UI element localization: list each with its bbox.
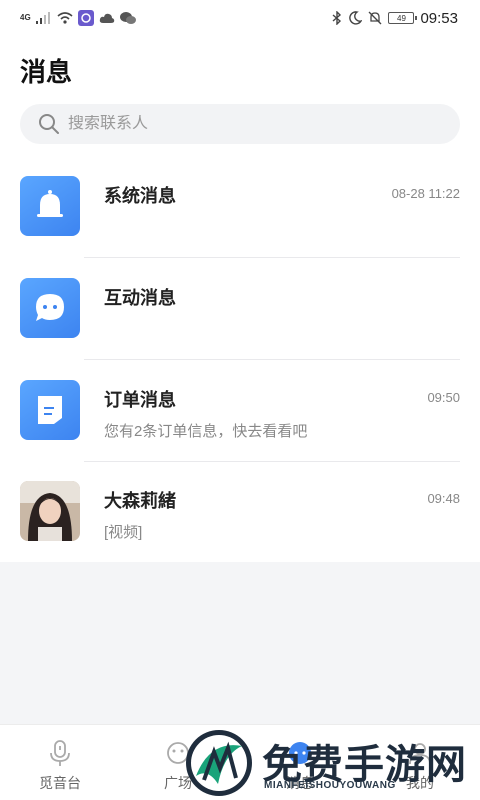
bluetooth-icon [332,11,342,25]
message-time: 09:48 [427,491,460,506]
wechat-icon [119,12,136,24]
status-right: 49 09:53 [332,8,458,28]
message-time: 08-28 11:22 [391,186,460,201]
message-name: 大森莉緒 [104,491,176,511]
divider [84,359,460,360]
cloud-icon [99,13,114,23]
battery-icon: 49 [388,12,418,24]
network-type-label: 4G [20,13,31,22]
search-bar[interactable] [20,104,460,144]
message-row-system[interactable]: 系统消息 08-28 11:22 [0,176,480,278]
bell-icon [20,176,80,236]
status-left: 4G [20,8,136,28]
status-time: 09:53 [420,9,458,27]
signal-icon [35,12,50,24]
message-preview: [视频] [104,524,143,541]
message-row-interaction[interactable]: 互动消息 [0,278,480,380]
watermark-logo [186,730,252,796]
message-row-user[interactable]: 大森莉緒 09:48 [视频] [0,481,480,583]
watermark-subtitle: MIANFEISHOUYOUWANG [264,780,396,791]
moon-icon [349,11,363,25]
user-photo [20,481,80,541]
divider [84,461,460,462]
nav-label: 觅音台 [39,775,81,791]
battery-level: 49 [397,13,406,23]
message-name: 系统消息 [104,186,176,206]
divider [84,257,460,258]
search-icon [39,114,59,134]
message-row-order[interactable]: 订单消息 09:50 您有2条订单信息，快去看看吧 [0,380,480,482]
wifi-icon [57,12,73,24]
microphone-icon [47,739,73,767]
mute-bell-icon [368,11,382,25]
page-title: 消息 [20,57,73,87]
status-bar: 4G 49 09:53 [0,0,480,36]
chat-bubble-icon [20,278,80,338]
watermark: 免费手游网 MIANFEISHOUYOUWANG [182,726,478,800]
message-preview: 您有2条订单信息，快去看看吧 [104,423,308,440]
order-doc-icon [20,380,80,440]
message-time: 09:50 [427,390,460,405]
message-name: 订单消息 [104,390,176,410]
search-input[interactable] [68,115,428,133]
message-name: 互动消息 [104,288,176,308]
nav-item-discover[interactable]: 觅音台 [12,725,108,800]
app-notification-icon [77,10,94,26]
